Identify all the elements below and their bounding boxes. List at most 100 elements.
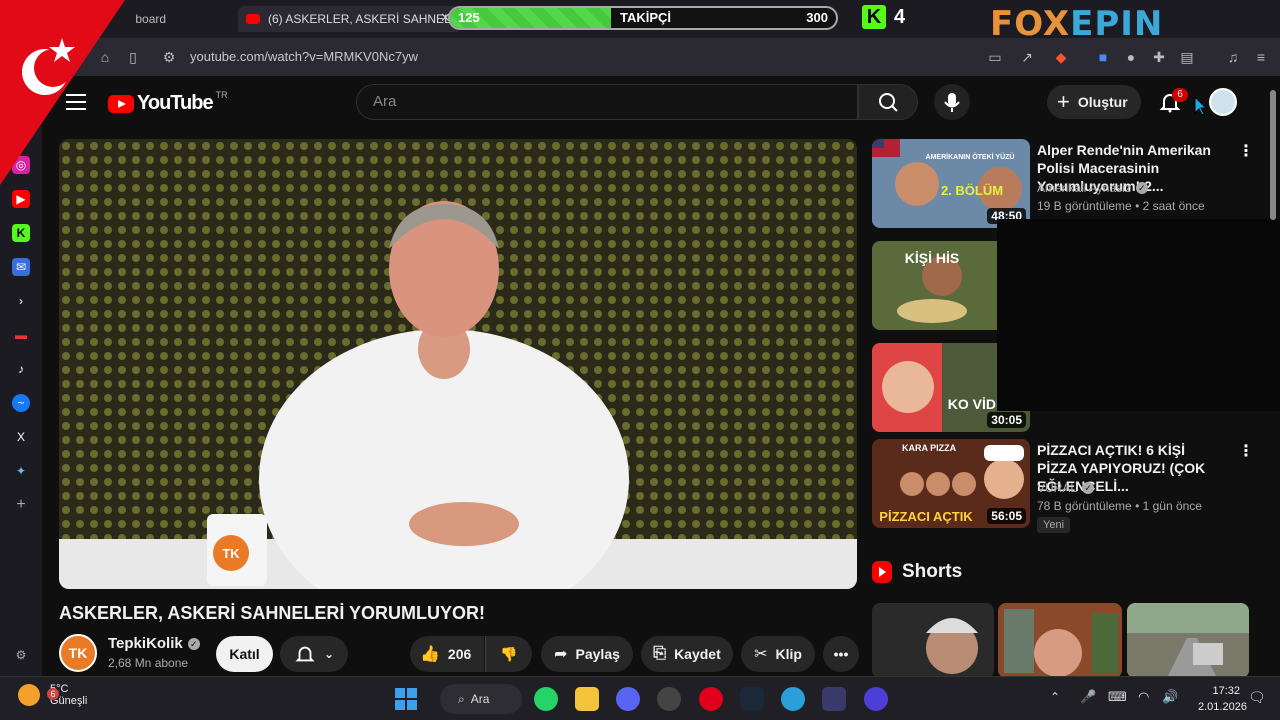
home-icon[interactable]: ⌂ [96,48,114,66]
site-settings-icon[interactable]: ⚙ [160,48,178,66]
search-button[interactable] [858,84,918,120]
opera-gx-icon[interactable] [699,687,723,711]
short-item[interactable] [998,603,1122,676]
notification-count-badge: 6 [1172,88,1188,102]
recommendation-item[interactable]: KARA PIZZA PİZZACI AÇTIK 56:05 PİZZACI A… [872,439,1272,533]
weather-widget[interactable]: 6 5°C Güneşli [18,683,87,707]
thumbs-up-icon: 👍 [420,646,440,663]
discord-icon[interactable] [616,687,640,711]
share-icon[interactable]: ↗ [1018,48,1036,66]
tab-youtube[interactable]: (6) ASKERLER, ASKERİ SAHNELER [238,6,458,32]
whatsapp-icon[interactable] [534,687,558,711]
thumb4-text: PİZZACI AÇTIK [879,509,973,524]
recommendation-channel[interactable]: VURAL ✓ [1037,481,1095,495]
screen: { "browser": { "tabs": [ {"label": "St",… [0,0,1280,720]
short-item[interactable] [1127,603,1249,676]
add-panel-icon[interactable]: + [12,496,30,514]
bookmark-icon[interactable]: ▯ [124,48,142,66]
app-icon[interactable] [864,687,888,711]
more-vertical-icon[interactable]: ⋮ [1238,441,1254,461]
account-avatar[interactable] [1209,88,1237,116]
more-vertical-icon[interactable]: ⋮ [1238,141,1254,161]
recommendation-meta: 19 B görüntüleme • 2 saat önce [1037,199,1205,213]
channel-name[interactable]: TepkiKolik ✓ [108,635,200,652]
notification-center-icon[interactable]: 🗨 [1248,689,1266,706]
tab-dashboard[interactable]: K St board [6,6,236,32]
menu-icon[interactable]: ≡ [1252,48,1270,66]
instagram-icon[interactable]: ◎ [12,156,30,174]
extension-icon[interactable]: ● [1122,48,1140,66]
more-actions-button[interactable]: ••• [823,636,859,672]
video-player[interactable]: TK [59,139,857,589]
messenger-icon[interactable]: ~ [12,394,30,412]
video-thumbnail[interactable]: KARA PIZZA PİZZACI AÇTIK 56:05 [872,439,1030,528]
mail-icon[interactable]: ✉ [12,258,30,276]
microphone-tray-icon[interactable]: 🎤 [1080,689,1096,705]
thumb4-header-text: KARA PIZZA [902,443,957,453]
video-frame: TK [59,139,857,589]
brave-shield-icon[interactable]: ◆ [1052,48,1070,66]
video-thumbnail[interactable]: 2. BÖLÜM AMERİKANIN ÖTEKİ YÜZÜ 48:50 [872,139,1030,228]
tiktok-icon[interactable]: ♪ [12,360,30,378]
puzzle-icon[interactable]: ✚ [1150,48,1168,66]
edge-icon[interactable] [781,687,805,711]
extension-shield-icon[interactable]: ■ [1094,48,1112,66]
more-horizontal-icon: ••• [833,646,849,662]
file-explorer-icon[interactable] [575,687,599,711]
share-button[interactable]: ➦ Paylaş [541,636,633,672]
steam-icon[interactable] [740,687,764,711]
windows-taskbar: 6 5°C Güneşli ⌕ Ara ⌃ 🎤 ⌨ ◠ 🔊 17:32 2.01.… [0,676,1280,720]
recommendation-item[interactable]: 2. BÖLÜM AMERİKANIN ÖTEKİ YÜZÜ 48:50 Alp… [872,139,1272,231]
clock-date: 2.01.2026 [1198,701,1247,713]
brave-browser-icon[interactable] [822,687,846,711]
join-button[interactable]: Katıl [216,636,273,672]
cast-icon[interactable]: ▭ [986,48,1004,66]
clip-button[interactable]: ✂ Klip [741,636,815,672]
follower-current: 125 [458,10,480,25]
verified-badge-icon: ✓ [1082,482,1095,494]
volume-icon[interactable]: 🔊 [1162,689,1178,705]
wifi-icon[interactable]: ◠ [1138,689,1149,705]
music-icon[interactable]: ♫ [1224,48,1242,66]
hamburger-menu-icon[interactable] [66,94,86,110]
shorts-label: Shorts [902,561,963,582]
like-button[interactable]: 👍 206 [410,636,484,672]
channel-avatar-initials: TK [68,645,88,661]
dislike-button[interactable]: 👎 [485,636,532,672]
taskbar-search[interactable]: ⌕ Ara [440,684,522,714]
search-icon: ⌕ [458,691,465,706]
recommendation-channel-text: VURAL [1037,481,1078,495]
recommendation-channel[interactable]: Amerikali Aynasiz ✓ [1037,181,1148,195]
channel-avatar[interactable]: TK [59,634,97,672]
youtube-icon[interactable]: ▶ [12,190,30,208]
sun-icon [18,684,40,706]
sidebar-toggle-icon[interactable]: ▤ [1178,48,1196,66]
short-thumbnail [1127,603,1249,676]
follower-goal-bar: 125 TAKİPÇİ 300 [448,6,838,30]
short-thumbnail [872,603,994,676]
gemini-icon[interactable]: ✦ [12,462,30,480]
youtube-logo[interactable]: YouTube TR [108,90,228,115]
create-button[interactable]: + Oluştur [1047,85,1141,119]
save-button[interactable]: ⎘ Kaydet [641,636,733,672]
x-icon[interactable]: X [12,428,30,446]
obs-icon[interactable] [657,687,681,711]
games-icon[interactable]: ▬ [12,326,30,344]
bell-icon [295,646,315,662]
video-duration: 30:05 [987,412,1026,428]
search-input[interactable]: Ara [356,84,858,120]
url-text[interactable]: youtube.com/watch?v=MRMKV0Nc7yw [190,49,418,64]
scrollbar[interactable] [1270,90,1276,220]
prime-video-icon[interactable]: › [12,292,30,310]
keyboard-icon[interactable]: ⌨ [1108,689,1127,705]
short-item[interactable] [872,603,994,676]
voice-search-button[interactable] [934,84,970,120]
subscribed-notifications-button[interactable]: ⌄ [280,636,348,672]
video-title: ASKERLER, ASKERİ SAHNELERİ YORUMLUYOR! [59,603,486,623]
windows-start-icon[interactable] [394,687,418,711]
kick-icon[interactable]: K [12,224,30,242]
settings-gear-icon[interactable]: ⚙ [12,646,30,664]
share-arrow-icon: ➦ [554,646,568,663]
system-clock[interactable]: 17:32 2.01.2026 [1198,683,1247,715]
chevron-up-icon[interactable]: ⌃ [1050,690,1060,704]
